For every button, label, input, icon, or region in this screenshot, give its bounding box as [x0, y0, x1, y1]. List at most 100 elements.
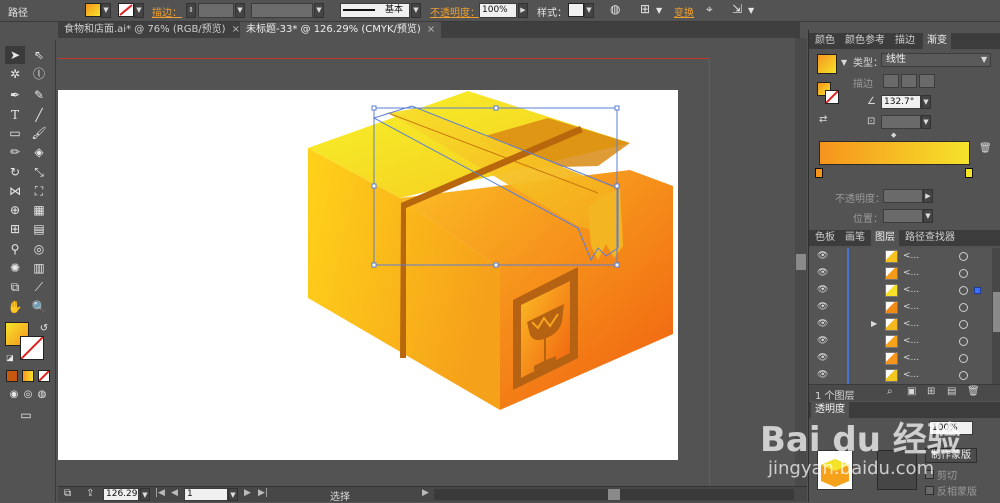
layers-scroll-thumb[interactable]: [993, 292, 1000, 332]
curvature-tool-icon[interactable]: ✎: [29, 86, 49, 104]
visibility-eye-icon[interactable]: 👁: [817, 353, 828, 363]
stroke-gradient-option-2[interactable]: [901, 74, 917, 88]
new-sublayer-icon[interactable]: ⊞: [927, 386, 935, 397]
next-artboard-icon[interactable]: ▶: [244, 488, 251, 498]
slice-tool-icon[interactable]: ⟋: [29, 278, 49, 296]
shape-builder-tool-icon[interactable]: ⊕: [5, 201, 25, 219]
stroke-weight-stepper[interactable]: ⇕: [186, 3, 196, 18]
graph-tool-icon[interactable]: ▥: [29, 259, 49, 277]
stop-location-input[interactable]: [883, 209, 923, 223]
gradient-type-select[interactable]: 线性: [881, 53, 991, 67]
prev-artboard-icon[interactable]: ◀: [171, 488, 178, 498]
expand-arrow-icon[interactable]: ▶: [871, 319, 877, 328]
target-circle-icon[interactable]: [959, 371, 968, 380]
gradient-stop-start[interactable]: [815, 168, 823, 178]
gradient-tool-icon[interactable]: ▤: [29, 220, 49, 238]
h-scroll-thumb[interactable]: [608, 489, 620, 500]
transform-link[interactable]: 变换: [674, 4, 694, 19]
layer-row[interactable]: 👁 ▶ <...: [809, 316, 992, 334]
width-tool-icon[interactable]: ⋈: [5, 182, 25, 200]
stroke-swatch[interactable]: [118, 3, 134, 17]
tab-stroke[interactable]: 描边: [891, 33, 919, 49]
bbox-handle[interactable]: [371, 262, 377, 268]
gradient-type-dropdown-icon[interactable]: ▼: [981, 55, 987, 64]
visibility-eye-icon[interactable]: 👁: [817, 319, 828, 329]
free-transform-tool-icon[interactable]: ⛶: [29, 182, 49, 200]
midpoint-diamond-icon[interactable]: ◆: [891, 131, 896, 139]
variable-width-select[interactable]: [251, 3, 313, 18]
gradient-mode-icon[interactable]: [22, 370, 34, 382]
opacity-label[interactable]: 不透明度：: [430, 4, 480, 19]
arrange-dropdown-icon[interactable]: ▼: [748, 6, 754, 15]
gradient-angle-input[interactable]: 132.7°: [881, 95, 921, 109]
bbox-handle[interactable]: [371, 183, 377, 189]
zoom-input[interactable]: 126.29: [103, 488, 139, 501]
lasso-tool-icon[interactable]: ⓛ: [29, 65, 49, 83]
style-swatch[interactable]: [568, 3, 584, 17]
artboard-tool-icon[interactable]: ⧉: [5, 278, 25, 296]
default-colors-icon[interactable]: ◪: [0, 349, 20, 367]
zoom-dropdown[interactable]: ▼: [140, 488, 150, 501]
aspect-ratio-dropdown[interactable]: ▼: [921, 115, 931, 129]
stroke-weight-input[interactable]: [198, 3, 234, 18]
isolate-icon[interactable]: ⌖: [706, 2, 713, 17]
type-tool-icon[interactable]: T: [5, 106, 25, 124]
bbox-handle[interactable]: [614, 183, 620, 189]
rectangle-tool-icon[interactable]: ▭: [5, 124, 25, 142]
stop-location-dropdown[interactable]: ▼: [923, 209, 933, 223]
blend-tool-icon[interactable]: ◎: [29, 240, 49, 258]
target-circle-icon[interactable]: [959, 269, 968, 278]
status-menu-icon[interactable]: ▶: [422, 488, 429, 498]
stroke-dropdown[interactable]: ▼: [134, 3, 144, 18]
layer-row[interactable]: 👁 <...: [809, 333, 992, 351]
recolor-icon[interactable]: ◍: [610, 2, 620, 16]
layer-row[interactable]: 👁 <...: [809, 299, 992, 317]
close-icon[interactable]: ×: [232, 24, 240, 35]
locate-object-icon[interactable]: ⌕: [887, 386, 893, 397]
gradient-stop-end[interactable]: [965, 168, 973, 178]
visibility-eye-icon[interactable]: 👁: [817, 302, 828, 312]
tab-pathfinder[interactable]: 路径查找器: [901, 230, 959, 246]
tab-color[interactable]: 颜色: [811, 33, 839, 49]
visibility-eye-icon[interactable]: 👁: [817, 285, 828, 295]
stroke-gradient-option-3[interactable]: [919, 74, 935, 88]
stop-opacity-input[interactable]: [883, 189, 923, 203]
close-icon[interactable]: ×: [427, 24, 435, 35]
color-mode-icon[interactable]: [6, 370, 18, 382]
opacity-input[interactable]: 100%: [479, 3, 517, 18]
export-icon[interactable]: ⇪: [86, 488, 94, 499]
zoom-tool-icon[interactable]: 🔍: [29, 298, 49, 316]
selection-indicator[interactable]: [974, 287, 981, 294]
stroke-weight-dropdown[interactable]: ▼: [235, 3, 245, 18]
line-tool-icon[interactable]: ╱: [29, 106, 49, 124]
style-dropdown[interactable]: ▼: [584, 3, 594, 18]
visibility-eye-icon[interactable]: 👁: [817, 370, 828, 380]
target-circle-icon[interactable]: [959, 337, 968, 346]
first-artboard-icon[interactable]: |◀: [155, 488, 165, 498]
paintbrush-tool-icon[interactable]: 🖌: [29, 124, 49, 142]
brush-dropdown[interactable]: ▼: [411, 3, 421, 18]
new-layer-icon[interactable]: ▤: [947, 386, 956, 397]
selection-tool-icon[interactable]: ➤: [5, 46, 25, 64]
delete-stop-icon[interactable]: 🗑: [979, 143, 992, 154]
variable-width-dropdown[interactable]: ▼: [314, 3, 324, 18]
artboard-nav-icon[interactable]: ⧉: [64, 488, 71, 499]
layer-row[interactable]: 👁 <...: [809, 248, 992, 266]
align-dropdown-icon[interactable]: ▼: [656, 6, 662, 15]
box-illustration[interactable]: [58, 38, 795, 486]
screen-mode-icon[interactable]: ▭: [16, 406, 36, 424]
draw-inside-icon[interactable]: ◍: [32, 386, 52, 404]
bbox-handle[interactable]: [614, 262, 620, 268]
aspect-ratio-input[interactable]: [881, 115, 921, 129]
stroke-color-swatch[interactable]: [20, 336, 44, 360]
layers-scrollbar[interactable]: [992, 248, 1000, 384]
perspective-grid-tool-icon[interactable]: ▦: [29, 201, 49, 219]
rotate-tool-icon[interactable]: ↻: [5, 163, 25, 181]
last-artboard-icon[interactable]: ▶|: [258, 488, 268, 498]
target-circle-icon[interactable]: [959, 303, 968, 312]
artboard-page-dropdown[interactable]: ▼: [228, 488, 238, 501]
target-circle-icon[interactable]: [959, 252, 968, 261]
eraser-tool-icon[interactable]: ◈: [29, 143, 49, 161]
tab-brushes[interactable]: 画笔: [841, 230, 869, 246]
reverse-gradient-icon[interactable]: ⇄: [819, 114, 827, 125]
